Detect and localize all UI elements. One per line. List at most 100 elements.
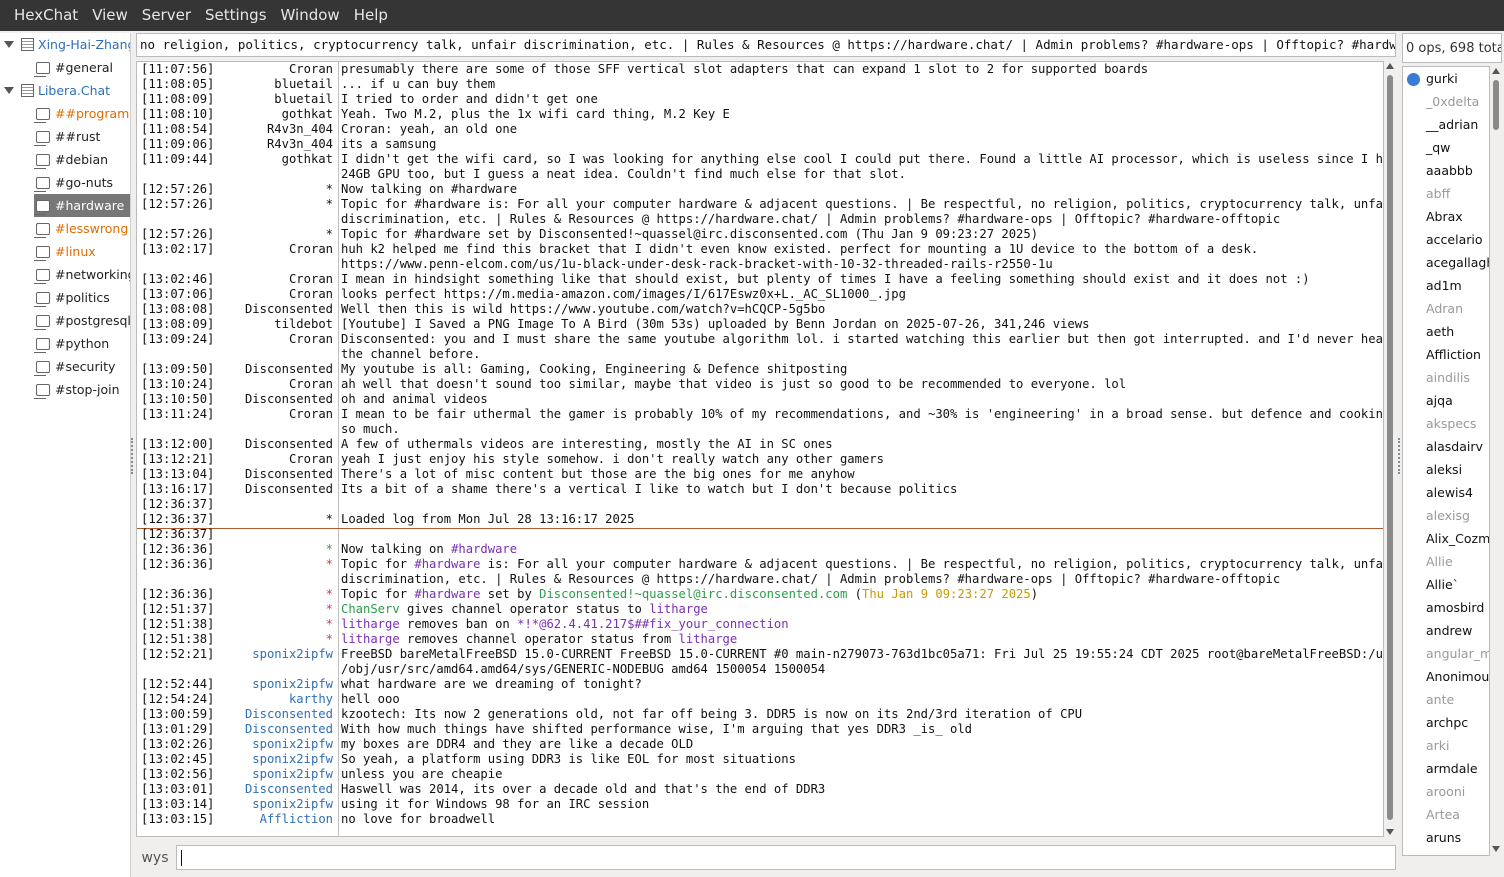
tree-item-programming[interactable]: ##programming xyxy=(34,102,130,125)
tree-item-python[interactable]: #python xyxy=(34,332,130,355)
user-list-item[interactable]: Abrax xyxy=(1426,205,1463,228)
tree-item-rust[interactable]: ##rust xyxy=(34,125,130,148)
nickname[interactable]: * xyxy=(326,587,333,602)
scroll-down-icon[interactable] xyxy=(1386,829,1394,835)
tree-item-stop-join[interactable]: #stop-join xyxy=(34,378,130,401)
user-list-item[interactable]: abff xyxy=(1426,182,1450,205)
nickname[interactable]: sponix2ipfw xyxy=(252,797,333,812)
scrollbar-thumb[interactable] xyxy=(1493,80,1499,130)
pane-resize-handle-left[interactable] xyxy=(131,438,134,474)
nickname[interactable]: Croran xyxy=(289,287,333,302)
nickname[interactable]: Disconsented xyxy=(245,482,333,497)
nickname[interactable]: Disconsented xyxy=(245,437,333,452)
user-list-item[interactable]: angular_m xyxy=(1426,642,1489,665)
menu-view[interactable]: View xyxy=(85,0,135,31)
tree-item-lesswrong[interactable]: #lesswrong xyxy=(34,217,130,240)
nickname[interactable]: * xyxy=(326,227,333,242)
chat-log[interactable]: [11:07:56] Croran presumably there are som… xyxy=(136,61,1384,837)
user-list-item[interactable]: alasdairv xyxy=(1426,435,1483,458)
user-list-item[interactable]: __adrian xyxy=(1426,113,1478,136)
user-list-item[interactable]: acegallagher xyxy=(1426,251,1489,274)
nickname[interactable]: bluetail xyxy=(274,77,333,92)
nickname[interactable]: sponix2ipfw xyxy=(252,647,333,662)
tree-item-postgresql[interactable]: #postgresql xyxy=(34,309,130,332)
nickname[interactable]: sponix2ipfw xyxy=(252,767,333,782)
user-list-item[interactable]: arooni xyxy=(1426,780,1465,803)
scroll-up-icon[interactable] xyxy=(1492,68,1500,74)
expand-triangle-icon[interactable] xyxy=(4,41,14,48)
network-libera-chat[interactable]: Libera.Chat xyxy=(4,79,130,102)
nickname[interactable]: sponix2ipfw xyxy=(252,677,333,692)
nickname[interactable]: tildebot xyxy=(274,317,333,332)
nickname[interactable]: R4v3n_404 xyxy=(267,122,333,137)
nickname[interactable]: R4v3n_404 xyxy=(267,137,333,152)
nickname[interactable]: bluetail xyxy=(274,92,333,107)
scroll-down-icon[interactable] xyxy=(1492,846,1500,852)
user-list-item[interactable]: andrew xyxy=(1426,619,1472,642)
user-list-item[interactable]: archpc xyxy=(1426,711,1468,734)
network-xing-hai-zhang[interactable]: Xing-Hai-Zhang xyxy=(4,33,130,56)
user-list-item[interactable]: Alix_Cozmo xyxy=(1426,527,1489,550)
user-list-item[interactable]: Artea xyxy=(1426,803,1460,826)
user-list-item[interactable]: aeth xyxy=(1426,320,1454,343)
nick-button[interactable]: wys xyxy=(136,845,174,871)
nickname[interactable]: Croran xyxy=(289,332,333,347)
nickname[interactable]: gothkat xyxy=(282,152,333,167)
tree-item-linux[interactable]: #linux xyxy=(34,240,130,263)
nickname[interactable]: gothkat xyxy=(282,107,333,122)
user-list-item[interactable]: alexisg xyxy=(1426,504,1470,527)
nickname[interactable]: Croran xyxy=(289,242,333,257)
userlist-scrollbar[interactable] xyxy=(1490,66,1502,856)
menu-help[interactable]: Help xyxy=(347,0,395,31)
scrollbar-thumb[interactable] xyxy=(1387,75,1393,820)
nickname[interactable]: * xyxy=(326,632,333,647)
nickname[interactable]: Disconsented xyxy=(245,467,333,482)
nickname[interactable]: * xyxy=(326,617,333,632)
tree-item-go-nuts[interactable]: #go-nuts xyxy=(34,171,130,194)
nickname[interactable]: Disconsented xyxy=(245,302,333,317)
tree-item-politics[interactable]: #politics xyxy=(34,286,130,309)
user-list-item[interactable]: _0xdelta xyxy=(1426,90,1479,113)
nickname[interactable]: Affliction xyxy=(260,812,333,827)
nickname[interactable]: Disconsented xyxy=(245,362,333,377)
nickname[interactable]: * xyxy=(326,512,333,527)
user-list-item[interactable]: _qw xyxy=(1426,136,1450,159)
user-list-item[interactable]: aleksi xyxy=(1426,458,1462,481)
user-list-item[interactable]: aaabbb xyxy=(1426,159,1473,182)
tree-item-general[interactable]: #general xyxy=(34,56,130,79)
user-list-item[interactable]: gurki xyxy=(1426,67,1458,90)
user-list-item[interactable]: aindilis xyxy=(1426,366,1470,389)
user-list-item[interactable]: ajqa xyxy=(1426,389,1453,412)
user-list-item[interactable]: Adran xyxy=(1426,297,1463,320)
user-list-item[interactable]: amosbird xyxy=(1426,596,1484,619)
nickname[interactable]: Disconsented xyxy=(245,722,333,737)
nickname[interactable]: Disconsented xyxy=(245,392,333,407)
topic-bar[interactable]: no religion, politics, cryptocurrency ta… xyxy=(136,33,1396,57)
tree-item-debian[interactable]: #debian xyxy=(34,148,130,171)
nickname[interactable]: Disconsented xyxy=(245,707,333,722)
user-list-item[interactable]: aruns xyxy=(1426,826,1461,849)
menu-hexchat[interactable]: HexChat xyxy=(7,0,85,31)
user-list-item[interactable]: armdale xyxy=(1426,757,1478,780)
chat-scrollbar[interactable] xyxy=(1385,61,1396,837)
nickname[interactable]: * xyxy=(326,542,333,557)
pane-resize-handle-right[interactable] xyxy=(1398,438,1401,474)
scroll-up-icon[interactable] xyxy=(1386,63,1394,69)
tree-item-hardware[interactable]: #hardware xyxy=(34,194,130,217)
nickname[interactable]: Croran xyxy=(289,272,333,287)
menu-server[interactable]: Server xyxy=(135,0,198,31)
tree-item-security[interactable]: #security xyxy=(34,355,130,378)
nickname[interactable]: * xyxy=(326,602,333,617)
nickname[interactable]: sponix2ipfw xyxy=(252,752,333,767)
message-input[interactable] xyxy=(176,845,1396,870)
user-list-item[interactable]: accelario xyxy=(1426,228,1483,251)
nickname[interactable]: Croran xyxy=(289,62,333,77)
user-list-item[interactable]: alewis4 xyxy=(1426,481,1473,504)
user-list-item[interactable]: Allie xyxy=(1426,550,1453,573)
nickname[interactable]: * xyxy=(326,182,333,197)
user-list-item[interactable]: Anonimous xyxy=(1426,665,1489,688)
menu-window[interactable]: Window xyxy=(274,0,347,31)
user-list-item[interactable]: Affliction xyxy=(1426,343,1481,366)
nickname[interactable]: * xyxy=(326,197,333,212)
expand-triangle-icon[interactable] xyxy=(4,87,14,94)
